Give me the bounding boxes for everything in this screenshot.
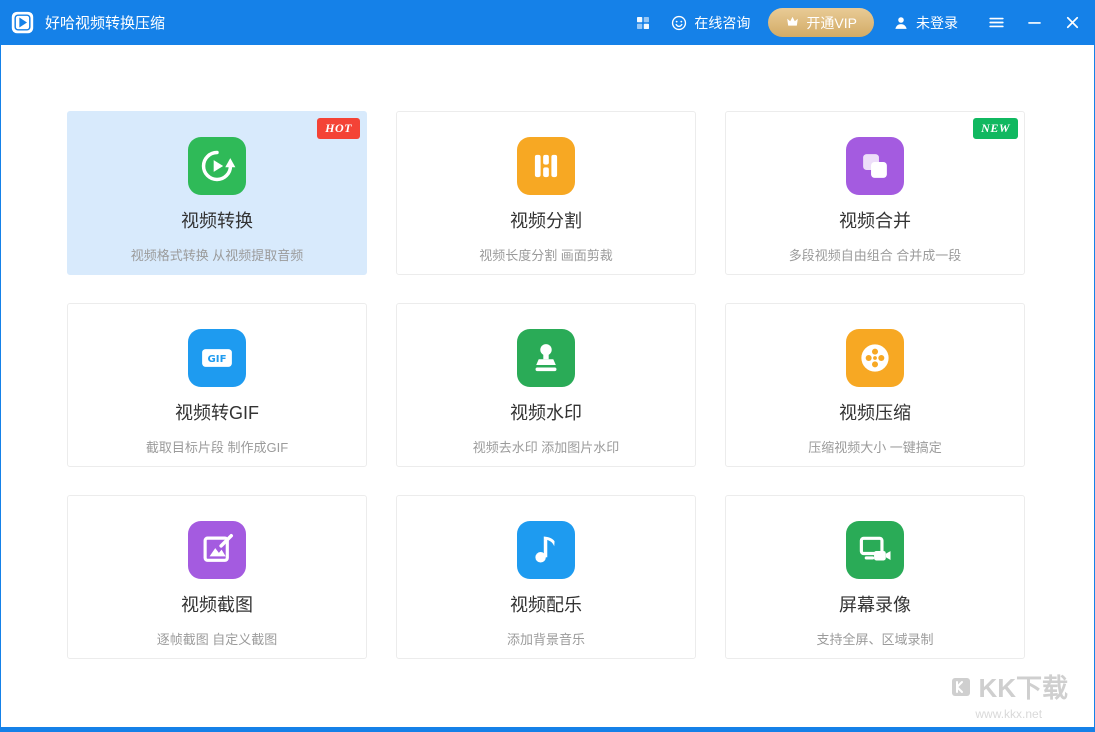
app-logo-icon <box>9 9 36 36</box>
online-service-label: 在线咨询 <box>694 13 750 33</box>
card-badge: NEW <box>973 118 1018 139</box>
video-screenshot-icon <box>188 521 246 579</box>
vip-crown-icon <box>785 14 800 32</box>
app-title: 好哈视频转换压缩 <box>45 12 165 33</box>
feature-grid: HOT 视频转换 视频格式转换 从视频提取音频 视频分割 视频长度分割 画面剪裁… <box>1 45 1094 659</box>
feature-subtitle: 截取目标片段 制作成GIF <box>68 437 366 456</box>
titlebar: 好哈视频转换压缩 在线咨询 开通VIP <box>1 0 1094 45</box>
feature-subtitle: 逐帧截图 自定义截图 <box>68 629 366 648</box>
feature-card-video-watermark[interactable]: 视频水印 视频去水印 添加图片水印 <box>396 303 696 467</box>
user-icon <box>892 14 910 32</box>
feature-card-video-compress[interactable]: 视频压缩 压缩视频大小 一键搞定 <box>725 303 1025 467</box>
video-merge-icon <box>846 137 904 195</box>
feature-subtitle: 支持全屏、区域录制 <box>726 629 1024 648</box>
feature-title: 视频合并 <box>726 207 1024 233</box>
titlebar-right: 在线咨询 开通VIP 未登录 <box>634 0 1086 45</box>
feature-card-video-merge[interactable]: NEW 视频合并 多段视频自由组合 合并成一段 <box>725 111 1025 275</box>
feature-title: 视频压缩 <box>726 399 1024 425</box>
close-button[interactable] <box>1058 9 1086 37</box>
online-service-button[interactable]: 在线咨询 <box>670 0 750 45</box>
login-button[interactable]: 未登录 <box>892 0 958 45</box>
minimize-button[interactable] <box>1020 9 1048 37</box>
feature-subtitle: 压缩视频大小 一键搞定 <box>726 437 1024 456</box>
login-label: 未登录 <box>916 13 958 33</box>
video-music-icon <box>517 521 575 579</box>
card-badge: HOT <box>317 118 360 139</box>
menu-icon[interactable] <box>982 9 1010 37</box>
feature-title: 视频水印 <box>397 399 695 425</box>
kk-logo-icon <box>949 675 973 699</box>
video-split-icon <box>517 137 575 195</box>
feature-title: 视频截图 <box>68 591 366 617</box>
feature-title: 屏幕录像 <box>726 591 1024 617</box>
watermark-url: www.kkx.net <box>949 707 1068 721</box>
titlebar-left: 好哈视频转换压缩 <box>9 9 165 36</box>
feature-title: 视频分割 <box>397 207 695 233</box>
mini-apps-grid-icon[interactable] <box>634 14 652 32</box>
feature-card-video-music[interactable]: 视频配乐 添加背景音乐 <box>396 495 696 659</box>
chat-smiley-icon <box>670 14 688 32</box>
watermark-logo-row: KK下载 <box>949 668 1068 705</box>
watermark-name: KK下载 <box>978 668 1068 705</box>
feature-card-video-screenshot[interactable]: 视频截图 逐帧截图 自定义截图 <box>67 495 367 659</box>
feature-card-video-to-gif[interactable]: GIF 视频转GIF 截取目标片段 制作成GIF <box>67 303 367 467</box>
vip-label: 开通VIP <box>806 13 857 33</box>
video-to-gif-icon: GIF <box>188 329 246 387</box>
feature-title: 视频配乐 <box>397 591 695 617</box>
site-watermark: KK下载 www.kkx.net <box>949 668 1068 721</box>
feature-card-screen-record[interactable]: 屏幕录像 支持全屏、区域录制 <box>725 495 1025 659</box>
feature-title: 视频转GIF <box>68 399 366 425</box>
feature-subtitle: 多段视频自由组合 合并成一段 <box>726 245 1024 264</box>
feature-subtitle: 视频去水印 添加图片水印 <box>397 437 695 456</box>
screen-record-icon <box>846 521 904 579</box>
vip-button[interactable]: 开通VIP <box>768 8 874 37</box>
main-content: HOT 视频转换 视频格式转换 从视频提取音频 视频分割 视频长度分割 画面剪裁… <box>1 45 1094 727</box>
app-window: 好哈视频转换压缩 在线咨询 开通VIP <box>0 0 1095 732</box>
window-controls <box>982 9 1086 37</box>
feature-subtitle: 添加背景音乐 <box>397 629 695 648</box>
feature-card-video-convert[interactable]: HOT 视频转换 视频格式转换 从视频提取音频 <box>67 111 367 275</box>
video-convert-icon <box>188 137 246 195</box>
feature-subtitle: 视频格式转换 从视频提取音频 <box>68 245 366 264</box>
svg-text:GIF: GIF <box>208 354 227 365</box>
feature-card-video-split[interactable]: 视频分割 视频长度分割 画面剪裁 <box>396 111 696 275</box>
feature-title: 视频转换 <box>68 207 366 233</box>
video-watermark-icon <box>517 329 575 387</box>
feature-subtitle: 视频长度分割 画面剪裁 <box>397 245 695 264</box>
video-compress-icon <box>846 329 904 387</box>
